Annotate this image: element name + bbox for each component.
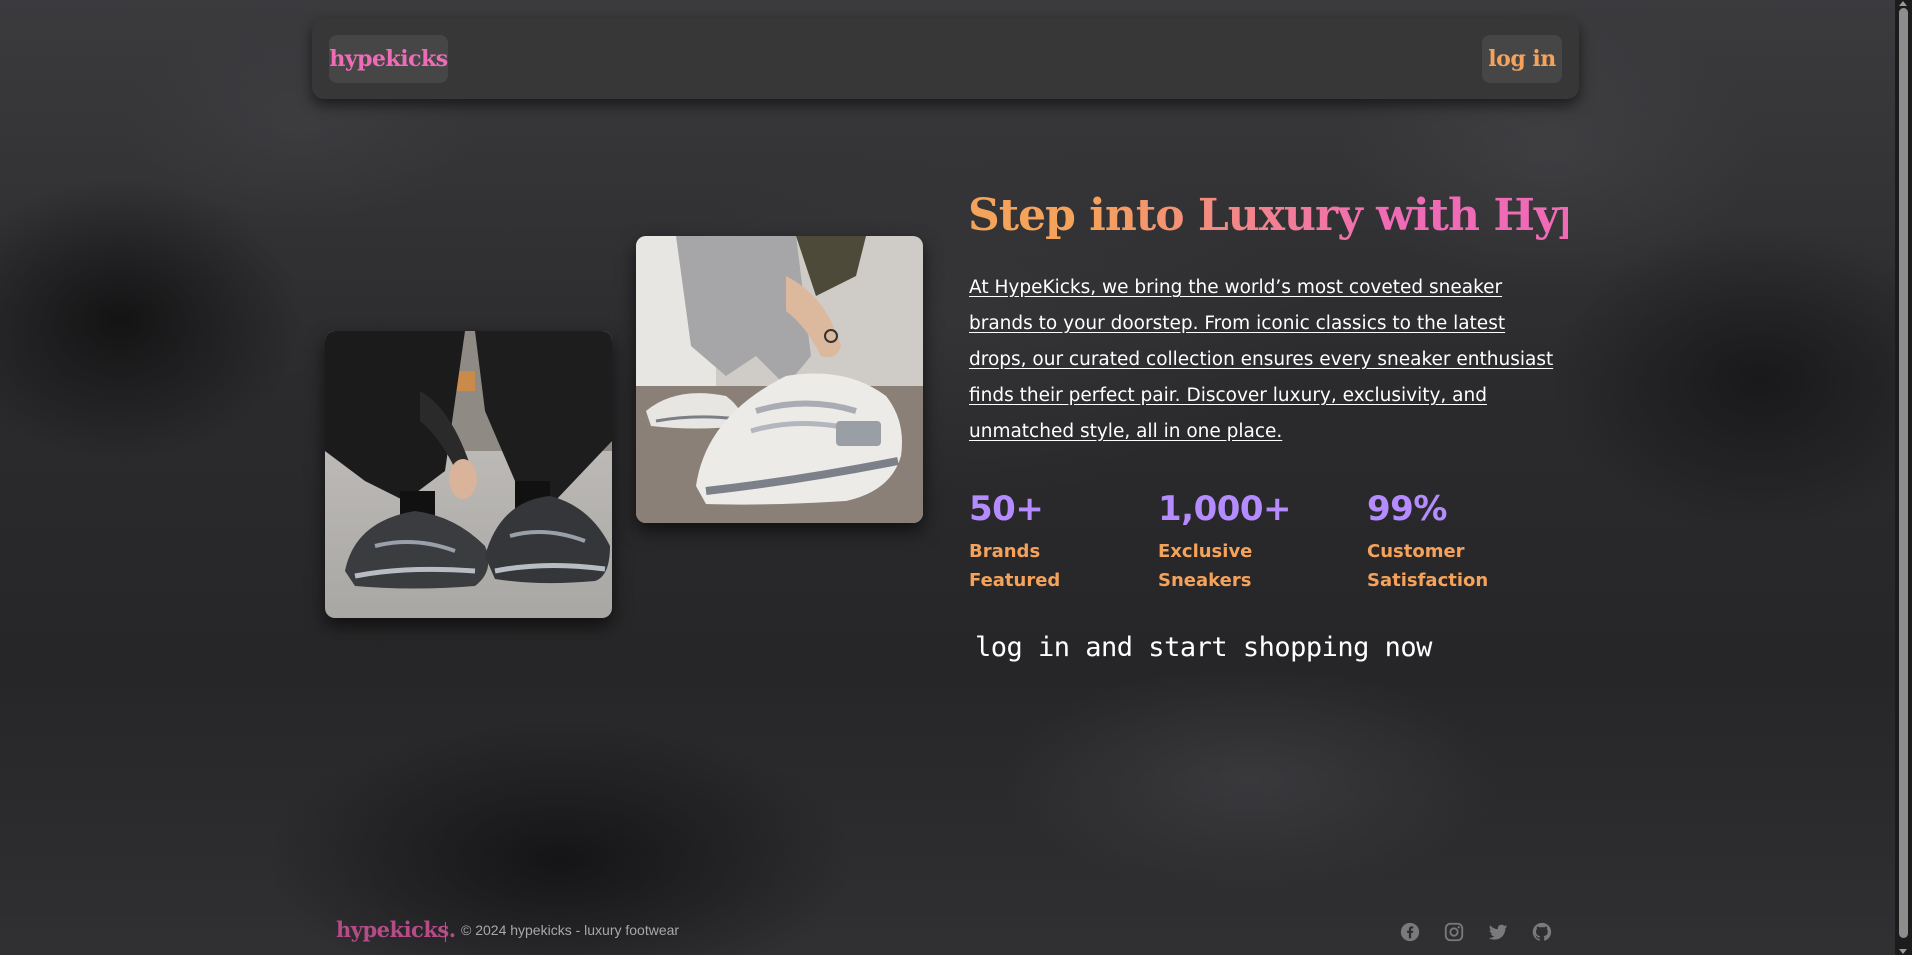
stat-label-line: Sneakers [1158, 570, 1252, 591]
stat-sneakers: 1,000+ Exclusive Sneakers [1158, 485, 1292, 595]
footer: hypekicks. © 2024 hypekicks - luxury foo… [312, 910, 1579, 955]
sneaker-photo-white [636, 236, 923, 523]
scrollbar-thumb[interactable] [1899, 8, 1908, 938]
scroll-up-arrow-icon[interactable] [1899, 1, 1907, 6]
hero-intro-text: At HypeKicks, we bring the world’s most … [969, 277, 1554, 442]
stat-label: Customer Satisfaction [1367, 537, 1488, 595]
login-button[interactable]: log in [1482, 35, 1562, 83]
stat-label-line: Featured [969, 570, 1061, 591]
stat-label-line: Customer [1367, 541, 1465, 562]
vertical-scrollbar[interactable] [1895, 0, 1912, 955]
facebook-icon[interactable] [1399, 921, 1421, 943]
stat-label: Exclusive Sneakers [1158, 537, 1291, 595]
stat-value: 50+ [969, 489, 1044, 529]
stat-brands: 50+ Brands Featured [969, 485, 1060, 595]
hero-headline: Step into Luxury with HypeKicks [968, 186, 1748, 246]
logo-button[interactable]: hypekicks [329, 35, 448, 83]
footer-divider [445, 922, 446, 942]
sneaker-photo-black-chunky-icon [325, 331, 612, 618]
footer-logo[interactable]: hypekicks. [336, 917, 456, 942]
stat-satisfaction: 99% Customer Satisfaction [1367, 485, 1488, 595]
stat-label-line: Satisfaction [1367, 570, 1489, 591]
navbar: hypekicks log in [312, 18, 1579, 99]
sneaker-photo-black [325, 331, 612, 618]
twitter-icon[interactable] [1487, 921, 1509, 943]
stat-value: 99% [1367, 489, 1447, 529]
stat-label-line: Exclusive [1158, 541, 1253, 562]
instagram-icon[interactable] [1443, 921, 1465, 943]
stat-label: Brands Featured [969, 537, 1060, 595]
cta-login-prompt[interactable]: log in and start shopping now [975, 630, 1432, 666]
stat-value: 1,000+ [1158, 489, 1292, 529]
scroll-down-arrow-icon[interactable] [1899, 949, 1907, 954]
stat-label-line: Brands [969, 541, 1041, 562]
github-icon[interactable] [1531, 921, 1553, 943]
footer-copyright: © 2024 hypekicks - luxury footwear [461, 922, 680, 938]
sneaker-photo-white-grey-icon [636, 236, 923, 523]
